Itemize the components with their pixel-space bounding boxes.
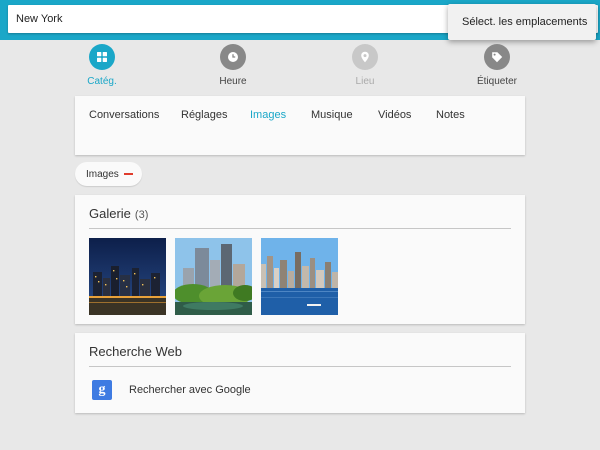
category-conversations[interactable]: Conversations	[89, 109, 159, 121]
category-music[interactable]: Musique	[311, 109, 353, 121]
web-search-title: Recherche Web	[89, 344, 182, 359]
google-icon: g	[92, 380, 112, 400]
divider	[89, 228, 511, 229]
gallery-title-text: Galerie	[89, 206, 131, 221]
tab-tag-label: Étiqueter	[476, 76, 518, 87]
category-panel: Conversations Réglages Images Musique Vi…	[75, 96, 525, 155]
tab-location[interactable]: Lieu	[320, 44, 410, 87]
search-input[interactable]	[16, 11, 436, 27]
gallery-card: Galerie (3)	[75, 195, 525, 324]
clock-icon	[220, 44, 246, 70]
filter-chip-label: Images	[86, 168, 119, 180]
tag-icon	[484, 44, 510, 70]
select-locations-label: Sélect. les emplacements	[462, 16, 588, 28]
category-settings[interactable]: Réglages	[181, 109, 227, 121]
grid-icon	[89, 44, 115, 70]
category-videos[interactable]: Vidéos	[378, 109, 411, 121]
gallery-thumbnail-park-skyline[interactable]	[175, 238, 252, 315]
select-locations-menu-item[interactable]: Sélect. les emplacements	[448, 4, 596, 40]
tab-time[interactable]: Heure	[188, 44, 278, 87]
category-notes[interactable]: Notes	[436, 109, 465, 121]
tab-category-label: Catég.	[87, 76, 117, 87]
gallery-thumbnail-night-skyline[interactable]	[89, 238, 166, 315]
filter-chip-images: Images	[75, 162, 142, 186]
tab-category[interactable]: Catég.	[57, 44, 147, 87]
tab-location-label: Lieu	[355, 76, 375, 87]
location-pin-icon	[352, 44, 378, 70]
gallery-thumbnail-water-skyline[interactable]	[261, 238, 338, 315]
category-images[interactable]: Images	[250, 109, 286, 121]
web-search-card: Recherche Web g Rechercher avec Google	[75, 333, 525, 413]
remove-filter-icon[interactable]	[124, 173, 133, 175]
google-search-label: Rechercher avec Google	[129, 384, 251, 396]
tab-tag[interactable]: Étiqueter	[452, 44, 542, 87]
divider	[89, 366, 511, 367]
gallery-count: (3)	[134, 209, 149, 221]
tab-time-label: Heure	[219, 76, 247, 87]
gallery-title: Galerie (3)	[89, 206, 148, 221]
filter-tabs: Catég. Heure Lieu Étiqueter	[0, 44, 600, 92]
